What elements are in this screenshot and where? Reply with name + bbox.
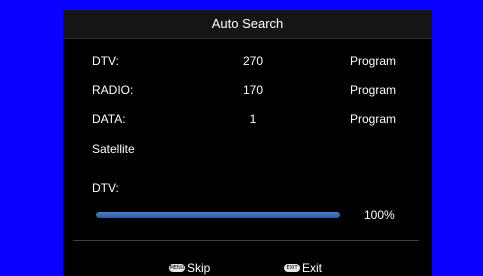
data-count: 1 (249, 112, 257, 126)
title-bar: Auto Search (63, 10, 432, 39)
data-row: DATA: 1 Program (63, 112, 432, 128)
skip-label: Skip (187, 261, 211, 275)
radio-unit: Program (350, 83, 397, 97)
data-label: DATA: (92, 112, 126, 126)
exit-button[interactable]: EXIT Exit (284, 261, 322, 275)
search-progress-bar (96, 212, 340, 218)
divider (73, 240, 419, 241)
dtv-count: 270 (242, 54, 264, 68)
menu-key-icon: MENU (169, 264, 185, 272)
radio-row: RADIO: 170 Program (63, 83, 432, 99)
progress-percent: 100% (364, 208, 395, 222)
auto-search-panel: Auto Search DTV: 270 Program RADIO: 170 … (63, 10, 432, 276)
exit-key-icon: EXIT (284, 264, 300, 272)
radio-count: 170 (242, 83, 264, 97)
data-unit: Program (350, 112, 397, 126)
skip-button[interactable]: MENU Skip (169, 261, 210, 275)
exit-label: Exit (302, 261, 323, 275)
satellite-label: Satellite (92, 142, 135, 156)
dtv-label: DTV: (92, 54, 119, 68)
dtv-row: DTV: 270 Program (63, 54, 432, 70)
dtv-unit: Program (350, 54, 397, 68)
radio-label: RADIO: (92, 83, 134, 97)
page-title: Auto Search (211, 16, 284, 31)
search-progress-fill (96, 212, 340, 218)
progress-label: DTV: (92, 181, 119, 195)
